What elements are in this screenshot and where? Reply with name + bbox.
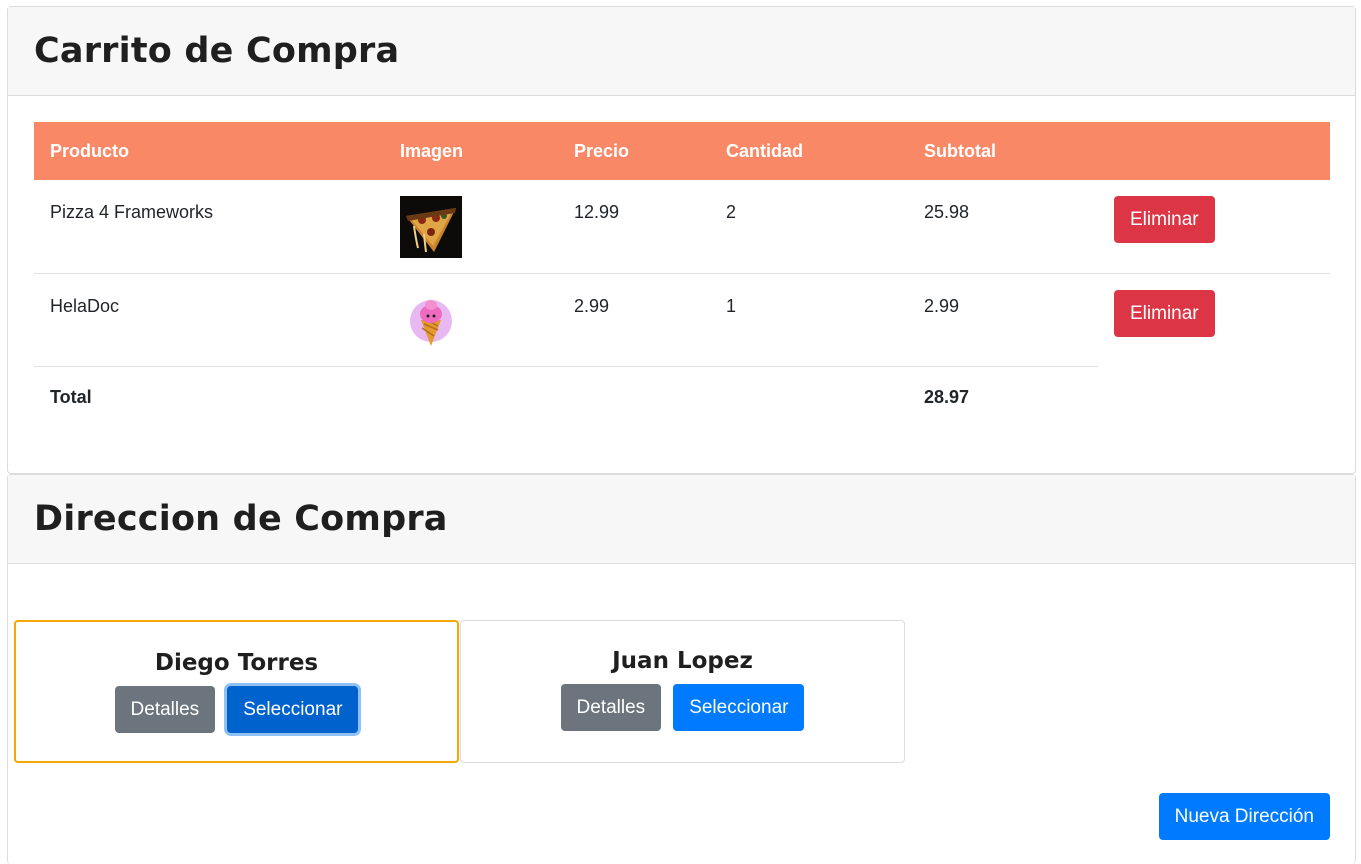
address-option-selected[interactable]: Diego Torres Detalles Seleccionar: [14, 620, 459, 763]
select-address-button[interactable]: Seleccionar: [673, 684, 805, 731]
cart-title: Carrito de Compra: [34, 31, 400, 71]
product-subtotal: 2.99: [908, 273, 1098, 367]
cart-card: Carrito de Compra Producto Imagen Precio…: [7, 6, 1356, 474]
product-quantity: 2: [710, 180, 908, 274]
product-name: HelaDoc: [34, 273, 384, 367]
table-row: Pizza 4 Frameworks 12.99 2 25.98 Elimina…: [34, 180, 1330, 274]
remove-item-button[interactable]: Eliminar: [1114, 196, 1215, 243]
ice-cream-image: [410, 299, 452, 346]
address-header: Direccion de Compra: [8, 475, 1355, 564]
total-row: Total 28.97: [34, 366, 1330, 459]
address-name: Juan Lopez: [612, 648, 753, 674]
remove-item-button[interactable]: Eliminar: [1114, 289, 1215, 337]
select-address-button[interactable]: Seleccionar: [227, 686, 359, 733]
table-header-row: Producto Imagen Precio Cantidad Subtotal: [34, 122, 1330, 180]
details-button[interactable]: Detalles: [560, 684, 662, 731]
column-header-price: Precio: [558, 122, 710, 180]
column-header-image: Imagen: [384, 122, 558, 180]
column-header-quantity: Cantidad: [710, 122, 908, 180]
address-title: Direccion de Compra: [34, 499, 448, 539]
address-option[interactable]: Juan Lopez Detalles Seleccionar: [460, 620, 905, 763]
product-price: 12.99: [558, 180, 710, 274]
table-row: HelaDoc 2.99 1 2.99 Eliminar: [34, 273, 1330, 367]
total-value: 28.97: [924, 386, 970, 407]
cart-table: Producto Imagen Precio Cantidad Subtotal…: [34, 122, 1330, 459]
details-button[interactable]: Detalles: [114, 686, 216, 733]
total-label: Total: [50, 386, 92, 407]
product-price: 2.99: [558, 273, 710, 367]
address-name: Diego Torres: [154, 650, 319, 676]
column-header-subtotal: Subtotal: [908, 122, 1098, 180]
address-card: Direccion de Compra Diego Torres Detalle…: [7, 474, 1356, 864]
new-address-button[interactable]: Nueva Dirección: [1158, 793, 1330, 840]
product-name: Pizza 4 Frameworks: [34, 180, 384, 274]
product-subtotal: 25.98: [908, 180, 1098, 274]
column-header-product: Producto: [34, 122, 384, 180]
product-quantity: 1: [710, 273, 908, 367]
column-header-actions: [1098, 122, 1330, 180]
cart-header: Carrito de Compra: [8, 7, 1355, 96]
pizza-image: [400, 196, 462, 258]
